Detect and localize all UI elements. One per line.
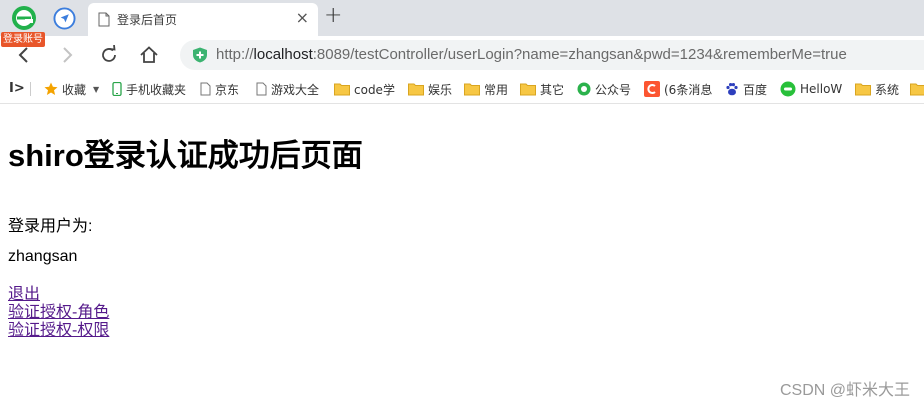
bookmark-favorites[interactable]: 收藏 ▼ (44, 80, 99, 98)
active-tab[interactable]: 登录后首页 × (88, 3, 318, 36)
bookmark-folder-common[interactable]: 常用 (464, 80, 508, 98)
sidebar-toggle-icon[interactable]: I> (9, 81, 25, 97)
bookmark-folder-overflow[interactable] (910, 80, 924, 98)
verify-permission-link[interactable]: 验证授权-权限 (8, 322, 109, 340)
bookmark-separator (30, 82, 31, 96)
bookmark-folder-other[interactable]: 其它 (520, 80, 564, 98)
bookmark-mobile[interactable]: 手机收藏夹 (112, 80, 186, 98)
phone-icon (112, 82, 122, 96)
folder-icon (408, 83, 424, 96)
folder-icon (855, 83, 871, 96)
forward-icon[interactable] (57, 45, 77, 65)
url-text[interactable]: http://localhost:8089/testController/use… (216, 46, 847, 63)
bookmark-games[interactable]: 游戏大全 (256, 80, 322, 98)
page-title: shiro登录认证成功后页面 (8, 138, 363, 173)
back-icon[interactable] (14, 45, 34, 65)
new-tab-button[interactable]: + (324, 4, 342, 28)
page-icon (98, 12, 110, 27)
csdn-watermark: CSDN @虾米大王 (779, 382, 910, 399)
hello-chat-icon (780, 81, 796, 97)
url-path: :8089/testController/userLogin?name=zhan… (312, 46, 847, 63)
chevron-down-icon[interactable]: ▼ (93, 85, 99, 94)
bookmark-official-account[interactable]: 公众号 (577, 80, 631, 98)
bookmark-folder-system[interactable]: 系统 (855, 80, 899, 98)
page-icon (200, 82, 211, 96)
close-tab-icon[interactable]: × (296, 9, 309, 27)
folder-icon (520, 83, 536, 96)
bookmarks-bar: I> 收藏 ▼ 手机收藏夹 京东 游戏大全 code学 娱乐 常用 其它 公众号… (0, 74, 924, 104)
bookmark-csdn-messages[interactable]: (6条消息 (644, 80, 714, 98)
csdn-icon (644, 81, 660, 97)
bookmark-folder-entertainment[interactable]: 娱乐 (408, 80, 452, 98)
wechat-icon (577, 82, 591, 96)
folder-icon (334, 83, 350, 96)
browser-logo-icon[interactable] (11, 5, 37, 31)
address-bar[interactable]: http://localhost:8089/testController/use… (180, 40, 924, 70)
tab-strip: 登录账号 登录后首页 × + (0, 0, 924, 47)
page-icon (256, 82, 267, 96)
bookmark-baidu[interactable]: 百度 (725, 80, 767, 98)
logout-link[interactable]: 退出 (8, 286, 109, 304)
reload-icon[interactable] (99, 45, 119, 65)
bookmark-jd[interactable]: 京东 (200, 80, 239, 98)
bookmark-folder-code[interactable]: code学 (334, 80, 396, 98)
bookmark-hellow[interactable]: HelloW (780, 80, 844, 98)
folder-icon (910, 83, 924, 96)
action-links: 退出 验证授权-角色 验证授权-权限 (8, 286, 109, 340)
tab-title: 登录后首页 (117, 13, 178, 27)
username-value: zhangsan (8, 248, 78, 265)
star-icon (44, 82, 58, 95)
browser-toolbar: http://localhost:8089/testController/use… (0, 36, 924, 74)
url-host: localhost (253, 46, 313, 63)
home-icon[interactable] (139, 45, 159, 65)
user-label: 登录用户为: (8, 218, 93, 235)
navigation-arrow-icon[interactable] (53, 7, 76, 30)
verify-role-link[interactable]: 验证授权-角色 (8, 304, 109, 322)
folder-icon (464, 83, 480, 96)
baidu-paw-icon (726, 83, 738, 96)
shield-icon[interactable] (192, 47, 208, 63)
url-scheme: http:// (216, 46, 254, 63)
login-account-badge[interactable]: 登录账号 (1, 32, 45, 47)
